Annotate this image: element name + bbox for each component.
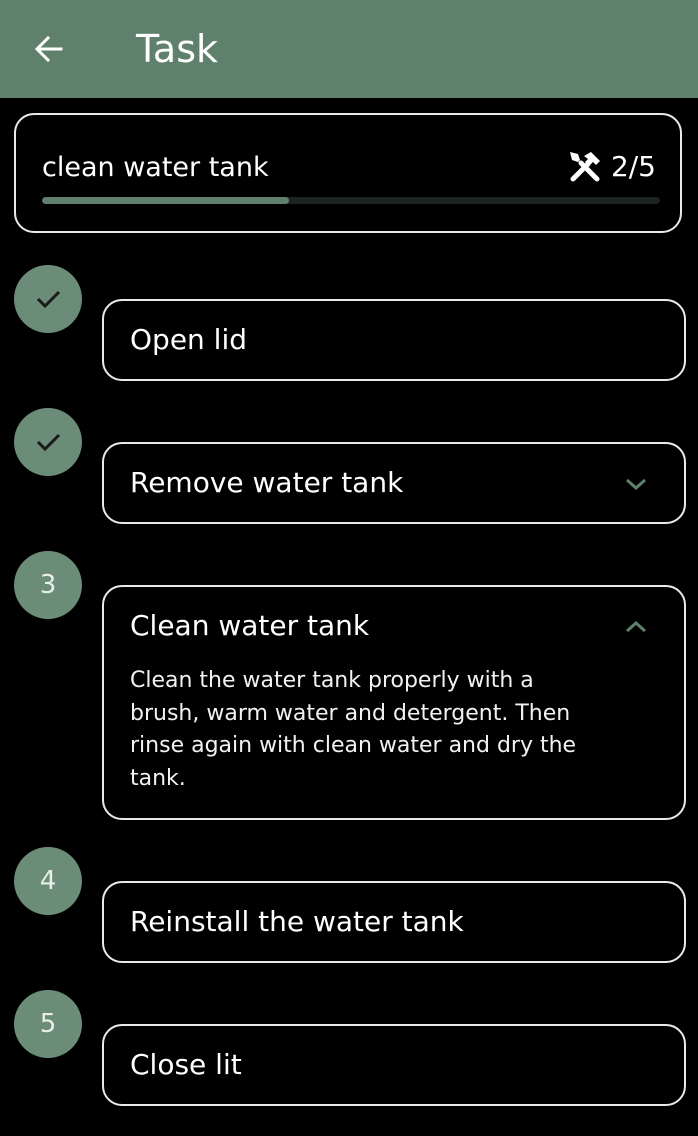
step-3-status-circle: 3 [14,551,82,619]
check-icon [36,433,61,452]
step-5-status-circle: 5 [14,990,82,1058]
step-1-status-circle [14,265,82,333]
step-3-description: Clean the water tank properly with a bru… [130,668,577,791]
step-3-card[interactable]: Clean water tank Clean the water tank pr… [102,585,686,820]
step-4-card[interactable]: Reinstall the water tank [102,881,686,963]
step-2-card[interactable]: Remove water tank [102,442,686,524]
app-bar: Task [0,0,698,98]
check-icon [36,290,61,309]
back-button[interactable] [24,24,74,74]
task-counter-text: 2/5 [610,150,656,183]
tools-icon [567,149,603,185]
step-4-status-circle: 4 [14,847,82,915]
task-progress-fill [42,197,290,204]
step-4-number: 4 [39,866,57,896]
task-name: clean water tank [42,152,269,183]
chevron-down-icon[interactable] [624,472,648,496]
task-counter: 2/5 [567,149,656,185]
task-summary-card: clean water tank 2/5 [14,113,682,233]
step-4-title: Reinstall the water tank [130,905,464,938]
step-1-card[interactable]: Open lid [102,299,686,381]
step-2-status-circle [14,408,82,476]
step-2-title: Remove water tank [130,466,404,499]
step-5-number: 5 [39,1009,57,1039]
task-progress-bar [42,197,660,204]
step-5-card[interactable]: Close lit [102,1024,686,1106]
step-5-title: Close lit [130,1048,242,1081]
page-title: Task [136,27,219,71]
step-3-title: Clean water tank [130,609,370,642]
chevron-up-icon[interactable] [624,615,648,639]
step-3-number: 3 [39,570,57,600]
arrow-left-icon [34,35,63,63]
step-1-title: Open lid [130,323,248,356]
